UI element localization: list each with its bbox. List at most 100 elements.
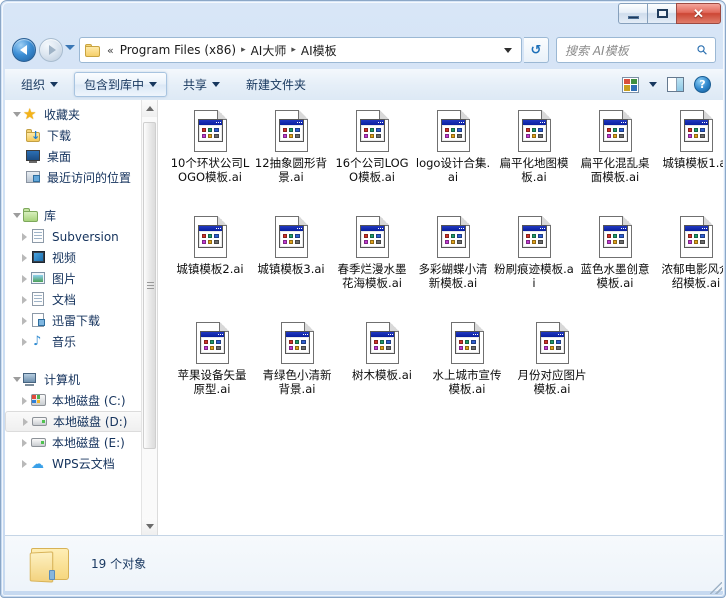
file-item[interactable]: 城镇模板2.ai bbox=[170, 214, 250, 320]
sidebar-item-label: 库 bbox=[44, 209, 57, 223]
file-item[interactable]: 多彩蝴蝶小清新模板.ai bbox=[413, 214, 493, 320]
include-in-library-button[interactable]: 包含到库中 bbox=[74, 72, 168, 97]
new-folder-button[interactable]: 新建文件夹 bbox=[236, 72, 316, 97]
file-item[interactable]: 蓝色水墨创意模板.ai bbox=[575, 214, 655, 320]
drive-icon bbox=[31, 414, 48, 429]
file-item[interactable]: 扁平化地图模板.ai bbox=[494, 108, 574, 214]
file-row: 城镇模板2.ai 城镇模板3.ai 春季烂漫水墨花海模板.ai 多彩蝴蝶小清新模… bbox=[170, 214, 723, 320]
resize-grip-icon[interactable] bbox=[710, 582, 722, 594]
breadcrumb-item-2[interactable]: AI模板 bbox=[298, 41, 340, 60]
sidebar-item-label: 收藏夹 bbox=[44, 108, 81, 122]
file-item[interactable]: 青绿色小清新背景.ai bbox=[255, 320, 339, 420]
file-name: 多彩蝴蝶小清新模板.ai bbox=[418, 262, 488, 290]
back-button[interactable] bbox=[12, 38, 36, 62]
expander-closed-icon[interactable] bbox=[19, 232, 30, 241]
scroll-down-arrow[interactable] bbox=[142, 518, 157, 535]
library-icon bbox=[22, 208, 39, 223]
expander-closed-icon[interactable] bbox=[19, 396, 30, 405]
close-button[interactable]: ✕ bbox=[676, 3, 721, 24]
sidebar-item-documents[interactable]: 文档 bbox=[5, 289, 157, 310]
sidebar-item-label: 图片 bbox=[52, 272, 77, 286]
drive-icon bbox=[30, 435, 47, 450]
ai-file-icon bbox=[598, 216, 632, 258]
ai-file-icon bbox=[517, 110, 551, 152]
file-item[interactable]: 水上城市宣传模板.ai bbox=[425, 320, 509, 420]
file-item[interactable]: logo设计合集.ai bbox=[413, 108, 493, 214]
ai-file-icon bbox=[193, 110, 227, 152]
share-button[interactable]: 共享 bbox=[173, 72, 230, 97]
file-item[interactable]: 粉刷痕迹模板.ai bbox=[494, 214, 574, 320]
file-item[interactable]: 月份对应图片模板.ai bbox=[510, 320, 594, 420]
share-label: 共享 bbox=[183, 78, 208, 92]
breadcrumb-separator-icon[interactable]: ▸ bbox=[289, 45, 298, 55]
sidebar-item-recent-places[interactable]: 最近访问的位置 bbox=[5, 167, 157, 188]
expander-closed-icon[interactable] bbox=[19, 253, 30, 262]
sidebar-item-music[interactable]: ♪ 音乐 bbox=[5, 331, 157, 352]
expander-closed-icon[interactable] bbox=[19, 438, 30, 447]
sidebar-item-favorites[interactable]: ★ 收藏夹 bbox=[5, 104, 157, 125]
sidebar-item-drive-e[interactable]: 本地磁盘 (E:) bbox=[5, 432, 157, 453]
file-item[interactable]: 浓郁电影风介绍模板.ai bbox=[656, 214, 723, 320]
help-icon[interactable]: ? bbox=[694, 76, 711, 93]
close-icon: ✕ bbox=[693, 6, 704, 21]
file-name: logo设计合集.ai bbox=[415, 156, 491, 184]
scrollbar-track[interactable] bbox=[142, 117, 157, 518]
expander-closed-icon[interactable] bbox=[19, 295, 30, 304]
file-name: 蓝色水墨创意模板.ai bbox=[580, 262, 650, 290]
expander-open-icon[interactable] bbox=[11, 112, 22, 117]
sidebar-item-wps-cloud[interactable]: ☁ WPS云文档 bbox=[5, 453, 157, 474]
sidebar-item-drive-c[interactable]: 本地磁盘 (C:) bbox=[5, 390, 157, 411]
sidebar-item-subversion[interactable]: Subversion bbox=[5, 226, 157, 247]
sidebar-scrollbar[interactable] bbox=[141, 100, 157, 535]
ai-file-icon bbox=[274, 216, 308, 258]
address-bar[interactable]: « Program Files (x86) ▸ AI大师 ▸ AI模板 bbox=[79, 37, 522, 63]
breadcrumb-separator-icon[interactable]: ▸ bbox=[239, 45, 248, 55]
sidebar-item-videos[interactable]: 视频 bbox=[5, 247, 157, 268]
scrollbar-thumb[interactable] bbox=[143, 122, 156, 449]
chevron-down-icon[interactable] bbox=[649, 82, 657, 87]
organize-button[interactable]: 组织 bbox=[11, 72, 68, 97]
file-item[interactable]: 扁平化混乱桌面模板.ai bbox=[575, 108, 655, 214]
breadcrumb-overflow-icon[interactable]: « bbox=[104, 44, 117, 57]
file-item[interactable]: 苹果设备矢量原型.ai bbox=[170, 320, 254, 420]
file-item[interactable]: 12抽象圆形背景.ai bbox=[251, 108, 331, 214]
sidebar-item-pictures[interactable]: 图片 bbox=[5, 268, 157, 289]
sidebar-item-desktop[interactable]: 桌面 bbox=[5, 146, 157, 167]
forward-button[interactable] bbox=[39, 38, 63, 62]
file-item[interactable]: 10个环状公司LOGO模板.ai bbox=[170, 108, 250, 214]
maximize-button[interactable] bbox=[647, 3, 676, 24]
file-name: 城镇模板3.ai bbox=[257, 262, 325, 276]
sidebar-item-drive-d[interactable]: 本地磁盘 (D:) bbox=[5, 411, 151, 432]
recent-pages-dropdown[interactable] bbox=[65, 45, 75, 50]
sidebar-item-computer[interactable]: 计算机 bbox=[5, 369, 157, 390]
scroll-up-arrow[interactable] bbox=[142, 100, 157, 117]
chevron-down-icon[interactable] bbox=[504, 47, 512, 53]
search-input[interactable]: 搜索 AI模板 bbox=[565, 42, 629, 59]
expander-closed-icon[interactable] bbox=[20, 417, 31, 426]
minimize-button[interactable] bbox=[618, 3, 647, 24]
expander-open-icon[interactable] bbox=[11, 213, 22, 218]
expander-closed-icon[interactable] bbox=[19, 274, 30, 283]
file-name: 月份对应图片模板.ai bbox=[517, 368, 587, 396]
expander-closed-icon[interactable] bbox=[19, 316, 30, 325]
file-item[interactable]: 春季烂漫水墨花海模板.ai bbox=[332, 214, 412, 320]
expander-open-icon[interactable] bbox=[11, 377, 22, 382]
file-item[interactable]: 16个公司LOGO模板.ai bbox=[332, 108, 412, 214]
file-list-pane[interactable]: 10个环状公司LOGO模板.ai 12抽象圆形背景.ai 16个公司LOGO模板… bbox=[158, 100, 723, 535]
search-box[interactable]: 搜索 AI模板 ⚲ bbox=[556, 37, 716, 63]
sidebar-item-label: 桌面 bbox=[47, 150, 72, 164]
breadcrumb-item-1[interactable]: AI大师 bbox=[248, 41, 290, 60]
forward-arrow-icon bbox=[48, 45, 56, 55]
expander-closed-icon[interactable] bbox=[19, 337, 30, 346]
sidebar-item-thunder-download[interactable]: 迅雷下载 bbox=[5, 310, 157, 331]
file-item[interactable]: 城镇模板3.ai bbox=[251, 214, 331, 320]
view-options-icon[interactable] bbox=[622, 76, 639, 93]
expander-closed-icon[interactable] bbox=[19, 459, 30, 468]
file-item[interactable]: 城镇模板1.ai bbox=[656, 108, 723, 214]
refresh-button[interactable]: ↺ bbox=[524, 37, 549, 63]
preview-pane-icon[interactable] bbox=[667, 77, 684, 92]
sidebar-item-libraries[interactable]: 库 bbox=[5, 205, 157, 226]
file-item[interactable]: 树木模板.ai bbox=[340, 320, 424, 420]
breadcrumb-item-0[interactable]: Program Files (x86) bbox=[117, 42, 239, 58]
sidebar-item-downloads[interactable]: ↓ 下载 bbox=[5, 125, 157, 146]
